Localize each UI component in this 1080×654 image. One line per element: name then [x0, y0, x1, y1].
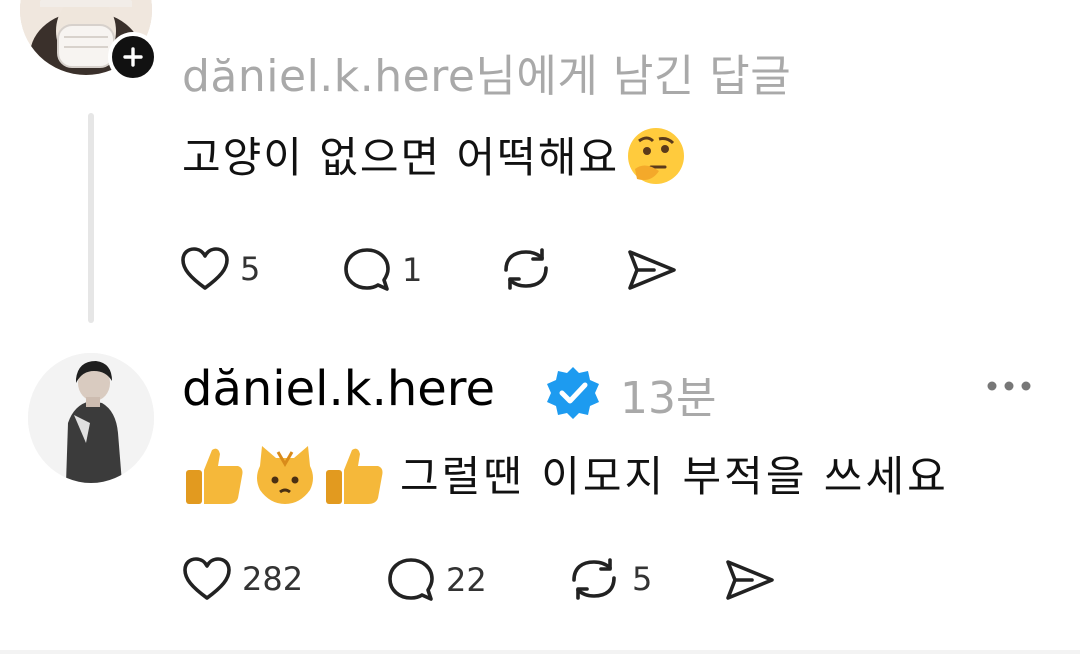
- reply-like-count: 5: [240, 250, 261, 288]
- avatar-author[interactable]: [28, 353, 154, 483]
- heart-icon: [183, 557, 231, 600]
- reply-to-suffix: 님에게 남긴 답글: [475, 51, 792, 102]
- reply-text-content: 고양이 없으면 어떡해요: [182, 133, 620, 182]
- send-icon: [628, 250, 676, 290]
- comment-icon: [344, 248, 390, 291]
- post-username[interactable]: dăniel.k.here: [182, 361, 495, 417]
- comment-icon: [388, 558, 434, 601]
- thinking-face-emoji: [625, 125, 687, 197]
- follow-button[interactable]: [108, 32, 158, 82]
- more-icon[interactable]: [986, 380, 1032, 392]
- post-like-count: 282: [242, 560, 304, 598]
- reply-share-button[interactable]: [624, 246, 680, 294]
- post-share-button[interactable]: [722, 556, 778, 604]
- post-repost-button[interactable]: 5: [566, 554, 652, 604]
- verified-badge-icon: [547, 367, 599, 419]
- cat-face-emoji: [257, 446, 313, 504]
- post-repost-count: 5: [632, 560, 653, 598]
- repost-icon: [572, 558, 616, 600]
- post-comment-count: 22: [446, 561, 487, 599]
- reply-text: 고양이 없으면 어떡해요: [182, 124, 687, 197]
- post-like-button[interactable]: 282: [182, 556, 303, 602]
- post-comment-button[interactable]: 22: [386, 556, 487, 604]
- thumbs-up-emoji-2: [326, 448, 383, 504]
- repost-icon: [504, 248, 548, 290]
- post-text: 그럴땐 이모지 부적을 쓰세요: [400, 452, 949, 501]
- thumbs-up-emoji: [186, 448, 243, 504]
- heart-icon: [181, 247, 229, 290]
- post-time: 13분: [620, 373, 717, 424]
- reply-comment-button[interactable]: 1: [342, 246, 422, 294]
- reply-comment-count: 1: [402, 251, 423, 289]
- plus-icon: [123, 47, 143, 67]
- thread-line: [88, 113, 94, 323]
- divider: [0, 650, 1080, 654]
- send-icon: [726, 560, 774, 600]
- reply-like-button[interactable]: 5: [180, 246, 260, 292]
- reply-repost-button[interactable]: [498, 244, 554, 294]
- reply-to-line: dăniel.k.here님에게 남긴 답글: [182, 40, 791, 104]
- reply-to-username[interactable]: dăniel.k.here: [182, 51, 475, 102]
